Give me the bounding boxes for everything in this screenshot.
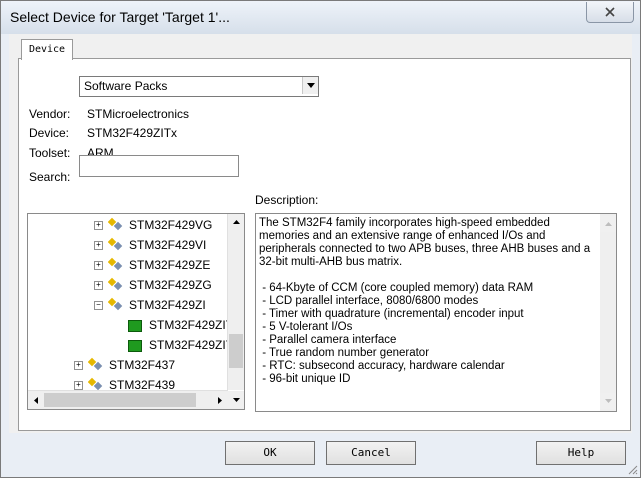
arrow-down-icon	[232, 398, 240, 402]
device-family-icon	[108, 297, 123, 311]
scroll-corner	[228, 391, 244, 409]
dropdown-arrow[interactable]	[302, 77, 318, 94]
horizontal-scroll-thumb[interactable]	[44, 393, 196, 407]
scroll-up-button[interactable]	[228, 214, 244, 230]
expand-plus-icon[interactable]: +	[94, 281, 103, 290]
scroll-down-button[interactable]	[228, 392, 244, 408]
device-tree[interactable]: + STM32F429VG + STM32F429VI + STM32F429Z…	[27, 213, 245, 410]
scroll-up-button[interactable]	[600, 216, 616, 232]
arrow-left-icon	[34, 396, 38, 404]
tree-item[interactable]: + STM32F429VI	[28, 236, 228, 254]
vendor-value: STMicroelectronics	[87, 107, 190, 121]
dialog-client-area: Device Software Packs Vendor: STMicroele…	[9, 34, 632, 465]
ok-button[interactable]: OK	[225, 441, 315, 465]
tree-item-label: STM32F429ZG	[129, 278, 212, 292]
toolset-label: Toolset:	[29, 146, 71, 160]
tree-item-label: STM32F437	[109, 358, 176, 372]
source-select[interactable]: Software Packs	[79, 76, 319, 97]
cancel-button[interactable]: Cancel	[326, 441, 416, 465]
tree-item[interactable]: + STM32F429ZE	[28, 256, 228, 274]
close-icon	[605, 7, 615, 17]
scroll-left-button[interactable]	[28, 392, 44, 408]
tab-device[interactable]: Device	[21, 39, 73, 60]
chip-icon	[128, 340, 142, 352]
expand-plus-icon[interactable]: +	[94, 261, 103, 270]
tree-item[interactable]: STM32F429ZIY	[28, 336, 234, 354]
device-family-icon	[108, 257, 123, 271]
expand-plus-icon[interactable]: +	[74, 381, 83, 390]
tree-item-selected[interactable]: STM32F429ZIT	[28, 316, 233, 334]
tree-vertical-scrollbar[interactable]	[227, 214, 244, 390]
source-select-value: Software Packs	[84, 79, 168, 93]
device-family-icon	[108, 237, 123, 251]
scroll-thumb[interactable]	[229, 334, 243, 368]
arrow-up-icon	[604, 222, 612, 226]
title-bar[interactable]: Select Device for Target 'Target 1'...	[1, 1, 640, 34]
expand-plus-icon[interactable]: +	[74, 361, 83, 370]
chevron-down-icon	[306, 83, 315, 88]
resize-grip-icon[interactable]	[626, 463, 638, 475]
expand-plus-icon[interactable]: +	[94, 221, 103, 230]
help-button[interactable]: Help	[536, 441, 626, 465]
description-text: The STM32F4 family incorporates high-spe…	[259, 217, 591, 385]
device-family-icon	[88, 357, 103, 371]
scroll-down-button[interactable]	[600, 393, 616, 409]
window-title: Select Device for Target 'Target 1'...	[10, 9, 230, 25]
close-button[interactable]	[586, 2, 634, 23]
select-device-dialog: Select Device for Target 'Target 1'... D…	[0, 0, 641, 478]
description-box[interactable]: The STM32F4 family incorporates high-spe…	[255, 213, 617, 412]
device-panel: Software Packs Vendor: STMicroelectronic…	[18, 58, 631, 431]
device-value: STM32F429ZITx	[87, 126, 178, 140]
expand-plus-icon[interactable]: +	[94, 241, 103, 250]
device-label: Device:	[29, 126, 70, 140]
description-scrollbar[interactable]	[600, 214, 616, 411]
scroll-right-button[interactable]	[212, 392, 228, 408]
arrow-right-icon	[218, 396, 222, 404]
vendor-label: Vendor:	[29, 107, 71, 121]
tree-horizontal-scrollbar[interactable]	[28, 390, 228, 409]
tree-item-label: STM32F429VI	[129, 238, 207, 252]
device-family-icon	[88, 377, 103, 391]
device-family-icon	[108, 277, 123, 291]
tree-item[interactable]: − STM32F429ZI	[28, 296, 228, 314]
search-label: Search:	[29, 170, 71, 184]
tree-item-label: STM32F429ZIT	[149, 318, 234, 332]
tree-item[interactable]: + STM32F429ZG	[28, 276, 228, 294]
tree-item-label: STM32F429VG	[129, 218, 213, 232]
device-family-icon	[108, 217, 123, 231]
tree-item-label: STM32F429ZE	[129, 258, 211, 272]
arrow-up-icon	[232, 220, 240, 224]
description-label: Description:	[255, 193, 319, 207]
tree-item[interactable]: + STM32F437	[28, 356, 228, 374]
search-input[interactable]	[79, 155, 239, 177]
tree-item[interactable]: + STM32F429VG	[28, 216, 228, 234]
tree-item-label: STM32F429ZIY	[149, 338, 234, 352]
arrow-down-icon	[604, 399, 612, 403]
collapse-minus-icon[interactable]: −	[94, 301, 103, 310]
tree-item-label: STM32F429ZI	[129, 298, 206, 312]
chip-icon	[128, 320, 142, 332]
